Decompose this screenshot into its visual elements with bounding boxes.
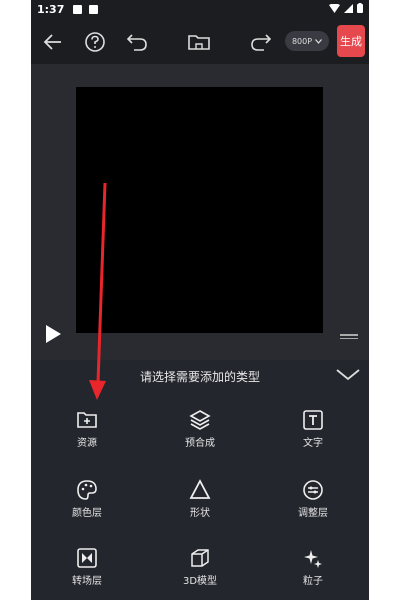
preview-canvas[interactable] [76, 87, 323, 333]
chevron-down-icon [336, 369, 360, 381]
panel-title: 请选择需要添加的类型 [139, 370, 260, 384]
add-3d-model-button[interactable]: 3D模型 [160, 546, 240, 600]
add-shape-button[interactable]: 形状 [160, 478, 240, 538]
layers-icon [189, 410, 211, 430]
folder-add-icon [77, 412, 97, 428]
play-icon[interactable] [46, 325, 61, 343]
signal-icon [344, 3, 353, 13]
add-adjustment-layer-label: 调整层 [298, 508, 328, 519]
add-asset-button[interactable]: 资源 [47, 408, 127, 468]
add-precomp-label: 预合成 [185, 438, 215, 449]
notification-icon-2 [89, 5, 98, 14]
add-asset-label: 资源 [77, 438, 97, 449]
cube-icon [191, 549, 209, 567]
help-button[interactable] [81, 28, 109, 56]
transition-icon [77, 548, 97, 568]
collapse-panel-button[interactable] [335, 363, 361, 385]
add-shape-label: 形状 [190, 508, 210, 519]
add-transition-layer-label: 转场层 [72, 576, 102, 587]
add-particles-button[interactable]: 粒子 [273, 546, 353, 600]
add-color-layer-button[interactable]: 颜色层 [47, 478, 127, 538]
notification-icon [73, 5, 82, 14]
add-layer-panel: 请选择需要添加的类型 资源 预合成 文字 颜色层 形状 调整层 转场层 3D模型… [31, 360, 369, 600]
resolution-dropdown[interactable]: 800P [285, 31, 329, 51]
status-time: 1:37 [37, 3, 65, 16]
sparkle-icon [304, 550, 322, 568]
add-transition-layer-button[interactable]: 转场层 [47, 546, 127, 600]
redo-button[interactable] [247, 28, 275, 56]
drag-handle-icon[interactable] [340, 334, 358, 342]
undo-button[interactable] [123, 28, 151, 56]
adjust-icon [303, 480, 323, 500]
folder-icon [188, 35, 210, 50]
add-text-button[interactable]: 文字 [273, 408, 353, 468]
wifi-icon [329, 3, 340, 13]
palette-icon [77, 480, 97, 500]
add-text-label: 文字 [303, 438, 323, 449]
text-icon [303, 410, 323, 430]
chevron-down-icon [315, 38, 323, 44]
undo-icon [126, 34, 147, 51]
phone-screen: 1:37 800P 生成 请选择需要添加的类型 资源 预合成 文字 颜色层 形状… [31, 0, 369, 600]
triangle-icon [189, 479, 211, 499]
back-arrow-icon [43, 34, 61, 50]
add-particles-label: 粒子 [303, 576, 323, 587]
help-icon [85, 32, 105, 52]
project-folder-button[interactable] [185, 28, 213, 56]
back-button[interactable] [39, 28, 67, 56]
add-3d-model-label: 3D模型 [182, 576, 218, 587]
redo-icon [251, 34, 272, 51]
add-color-layer-label: 颜色层 [72, 508, 102, 519]
battery-icon [357, 3, 363, 13]
generate-button[interactable]: 生成 [337, 25, 365, 57]
add-precomp-button[interactable]: 预合成 [160, 408, 240, 468]
status-bar: 1:37 [31, 0, 369, 20]
add-adjustment-layer-button[interactable]: 调整层 [273, 478, 353, 538]
generate-label: 生成 [340, 35, 362, 48]
resolution-value: 800P [291, 36, 313, 46]
